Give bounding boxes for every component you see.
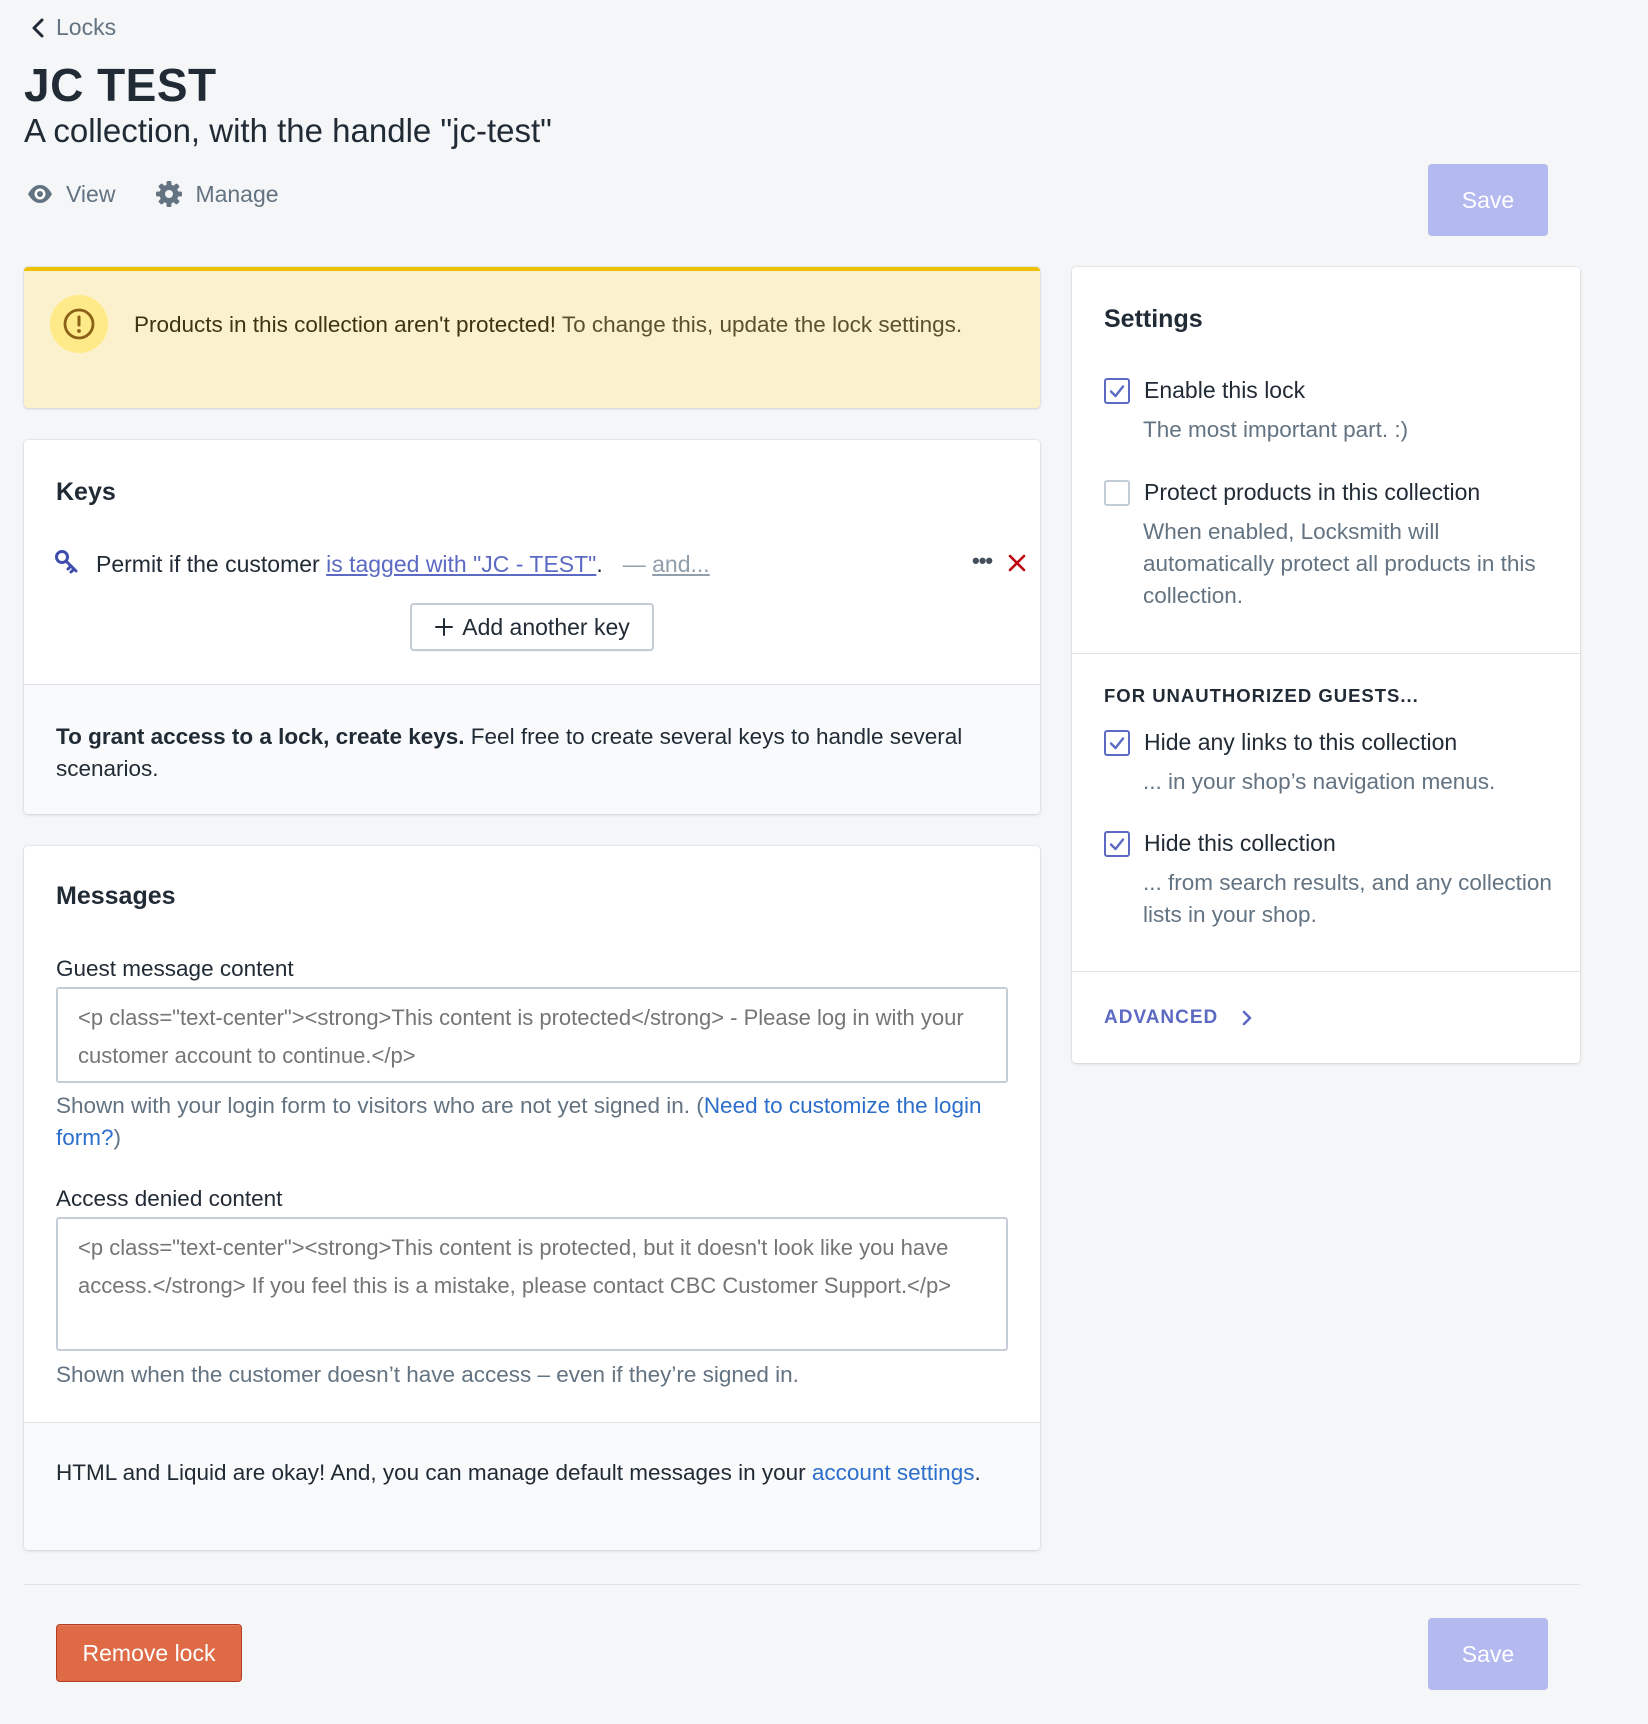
messages-footer-end: .: [974, 1460, 981, 1485]
account-settings-link[interactable]: account settings: [812, 1460, 975, 1485]
keys-help-strong: To grant access to a lock, create keys.: [56, 724, 465, 749]
protect-products-checkbox[interactable]: [1104, 479, 1130, 506]
settings-title: Settings: [1104, 305, 1203, 333]
access-denied-label: Access denied content: [56, 1186, 283, 1211]
access-denied-help: Shown when the customer doesn’t have acc…: [56, 1362, 799, 1387]
key-icon: [54, 549, 80, 580]
settings-divider: [1072, 971, 1580, 972]
alert-circle-icon: [63, 308, 95, 340]
add-key-label: Add another key: [462, 613, 630, 640]
settings-card: Settings Enable this lock The most impor…: [1072, 267, 1580, 1063]
hide-collection-desc: ... from search results, and any collect…: [1143, 870, 1552, 927]
view-action-label: View: [66, 180, 116, 207]
checkmark-icon: [1109, 736, 1125, 749]
save-button-bottom[interactable]: Save: [1428, 1618, 1548, 1690]
remove-lock-button[interactable]: Remove lock: [56, 1624, 242, 1682]
breadcrumb-label: Locks: [56, 14, 117, 40]
key-condition-link[interactable]: is tagged with "JC - TEST": [326, 551, 596, 577]
checkmark-icon: [1109, 384, 1125, 397]
banner-message: Products in this collection aren't prote…: [134, 309, 974, 341]
hide-links-desc: ... in your shop’s navigation menus.: [1143, 769, 1496, 794]
settings-divider: [1072, 653, 1580, 654]
plus-icon: [435, 618, 454, 636]
checkmark-icon: [1109, 837, 1125, 850]
advanced-toggle[interactable]: ADVANCED: [1104, 1007, 1254, 1029]
enable-lock-desc: The most important part. :): [1143, 417, 1409, 442]
hide-links-label: Hide any links to this collection: [1144, 729, 1458, 755]
manage-action-label: Manage: [195, 180, 279, 207]
messages-footer: HTML and Liquid are okay! And, you can m…: [24, 1422, 1040, 1550]
more-options-icon[interactable]: •••: [972, 548, 993, 574]
messages-title: Messages: [56, 882, 176, 910]
banner-icon-container: [50, 295, 108, 353]
keys-card: Keys Permit if the customer is tagged wi…: [24, 440, 1040, 814]
enable-lock-checkbox[interactable]: [1104, 377, 1130, 404]
banner-detail: To change this, update the lock settings…: [556, 312, 963, 337]
hide-collection-checkbox[interactable]: [1104, 830, 1130, 857]
eye-icon: [28, 185, 52, 203]
hide-links-checkbox[interactable]: [1104, 729, 1130, 756]
guest-message-field[interactable]: [56, 987, 1008, 1083]
key-description: Permit if the customer is tagged with "J…: [96, 551, 603, 578]
gear-icon: [156, 181, 183, 207]
key-and-link[interactable]: and...: [652, 551, 710, 577]
breadcrumb-back[interactable]: Locks: [30, 14, 116, 41]
banner-strong: Products in this collection aren't prote…: [134, 312, 557, 337]
key-row: Permit if the customer is tagged with "J…: [54, 544, 1026, 584]
enable-lock-option[interactable]: Enable this lock: [1104, 377, 1305, 404]
page-subtitle: A collection, with the handle "jc-test": [24, 112, 552, 149]
protect-products-label: Protect products in this collection: [1144, 479, 1481, 505]
hide-collection-label: Hide this collection: [1144, 830, 1336, 856]
guests-section-heading: FOR UNAUTHORIZED GUESTS...: [1104, 685, 1419, 706]
view-action[interactable]: View: [26, 180, 115, 208]
save-button-top[interactable]: Save: [1428, 164, 1548, 236]
guest-message-help: Shown with your login form to visitors w…: [56, 1090, 1006, 1154]
guest-help-text: Shown with your login form to visitors w…: [56, 1093, 704, 1118]
messages-footer-text: HTML and Liquid are okay! And, you can m…: [56, 1457, 996, 1489]
advanced-label: ADVANCED: [1104, 1007, 1219, 1028]
messages-card: Messages Guest message content Shown wit…: [24, 846, 1040, 1550]
manage-action[interactable]: Manage: [155, 180, 279, 208]
protect-products-option[interactable]: Protect products in this collection: [1104, 479, 1480, 506]
remove-key-icon[interactable]: [1004, 550, 1030, 576]
keys-title: Keys: [56, 478, 116, 506]
warning-banner: Products in this collection aren't prote…: [24, 267, 1040, 408]
guest-help-end: ): [113, 1125, 122, 1150]
key-and-wrapper: — and...: [623, 551, 710, 578]
enable-lock-label: Enable this lock: [1144, 377, 1306, 403]
add-key-button[interactable]: Add another key: [410, 603, 654, 651]
protect-products-desc: When enabled, Locksmith will automatical…: [1143, 519, 1536, 608]
header-actions: View Manage: [26, 180, 279, 208]
key-suffix: .: [596, 550, 603, 577]
hide-links-option[interactable]: Hide any links to this collection: [1104, 729, 1457, 756]
access-denied-field[interactable]: [56, 1217, 1008, 1351]
page-title: JC TEST: [24, 59, 217, 111]
chevron-right-icon: [1242, 1010, 1252, 1026]
hide-collection-option[interactable]: Hide this collection: [1104, 830, 1336, 857]
key-prefix: Permit if the customer: [96, 550, 327, 577]
messages-footer-detail: HTML and Liquid are okay! And, you can m…: [56, 1460, 812, 1485]
page-footer-divider: [24, 1584, 1580, 1585]
keys-help-text: To grant access to a lock, create keys. …: [56, 721, 976, 785]
keys-footer: To grant access to a lock, create keys. …: [24, 684, 1040, 814]
chevron-left-icon: [32, 18, 44, 37]
guest-message-label: Guest message content: [56, 956, 294, 981]
key-and-dash: —: [622, 550, 653, 577]
